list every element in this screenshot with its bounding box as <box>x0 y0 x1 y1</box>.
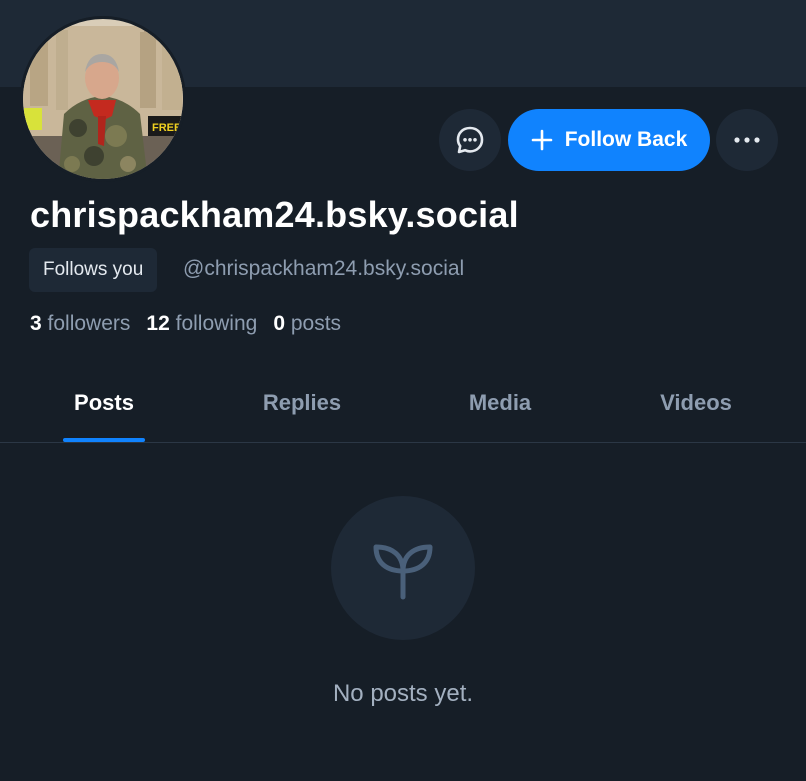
active-tab-indicator <box>63 438 145 442</box>
avatar-photo: FREE <box>20 16 186 182</box>
seedling-icon <box>373 544 433 600</box>
followers-stat[interactable]: 3 followers <box>30 312 130 336</box>
display-name: chrispackham24.bsky.social <box>30 194 519 235</box>
posts-label: posts <box>290 312 342 335</box>
follow-back-label: Follow Back <box>564 128 688 151</box>
followers-label: followers <box>47 312 131 335</box>
profile-tabs: Posts Replies Media Videos <box>0 366 806 443</box>
following-stat[interactable]: 12 following <box>146 312 257 336</box>
empty-state-text: No posts yet. <box>332 680 474 707</box>
tab-posts[interactable]: Posts <box>0 366 208 442</box>
avatar[interactable]: FREE <box>20 16 186 182</box>
profile-stats: 3 followers 12 following 0 posts <box>30 312 341 336</box>
empty-state-icon-circle <box>331 496 475 640</box>
chat-bubble-icon <box>456 126 484 154</box>
tab-replies[interactable]: Replies <box>202 366 402 442</box>
posts-stat: 0 posts <box>273 312 341 336</box>
message-button[interactable] <box>439 109 501 171</box>
posts-count: 0 <box>273 312 286 335</box>
profile-page: FREE Follow Back chrispackham24.bsky.soc… <box>0 0 806 781</box>
followers-count: 3 <box>30 312 42 335</box>
plus-icon <box>531 129 553 151</box>
ellipsis-icon <box>734 137 760 143</box>
follow-back-button[interactable]: Follow Back <box>508 109 710 171</box>
tab-videos[interactable]: Videos <box>596 366 796 442</box>
tab-media[interactable]: Media <box>400 366 600 442</box>
following-count: 12 <box>146 312 170 335</box>
following-label: following <box>175 312 258 335</box>
follows-you-badge: Follows you <box>29 248 158 292</box>
profile-handle: @chrispackham24.bsky.social <box>183 257 465 280</box>
more-options-button[interactable] <box>716 109 778 171</box>
